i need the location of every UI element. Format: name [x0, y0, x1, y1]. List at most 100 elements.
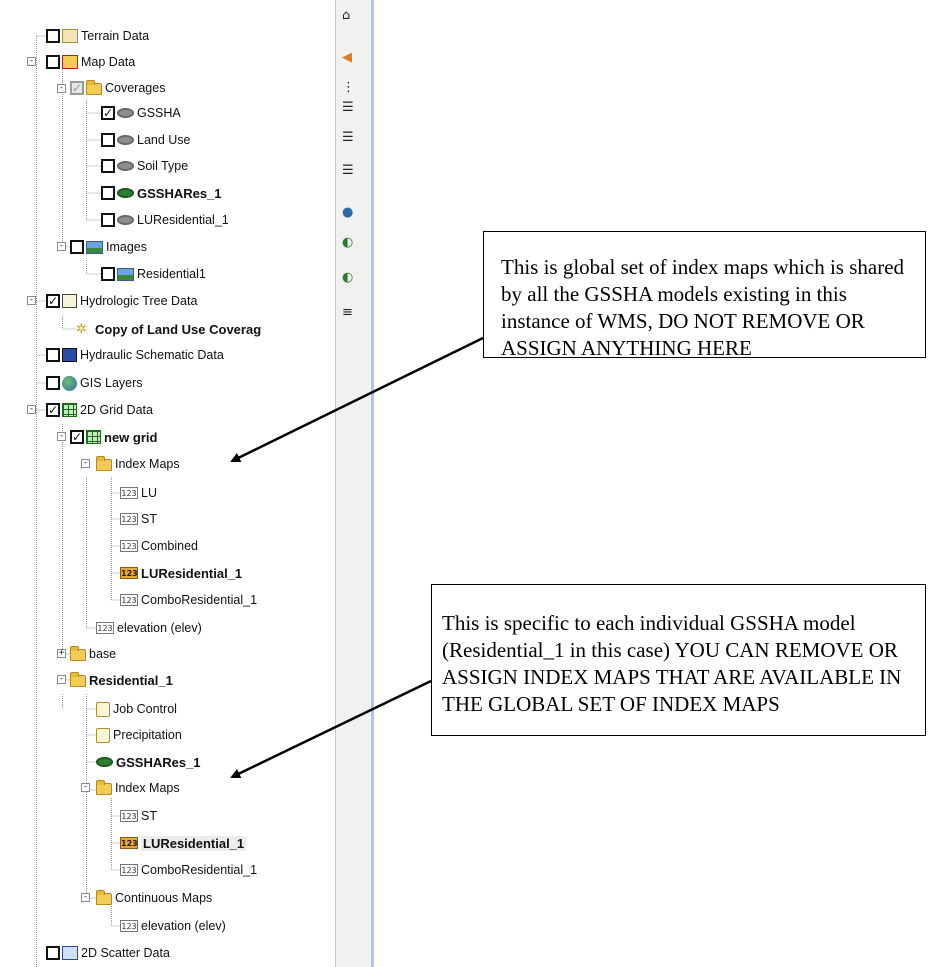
tree-item-terrain-data[interactable]: Terrain Data [46, 24, 149, 48]
2d-grid-checkbox[interactable]: ✓ [46, 403, 60, 417]
land-use-coverage-checkbox[interactable] [101, 133, 115, 147]
toolbar-button[interactable]: ≡ [342, 305, 356, 323]
collapse-res-index-maps-toggle[interactable]: - [81, 783, 90, 792]
new-grid-checkbox[interactable]: ✓ [70, 430, 84, 444]
soil-type-coverage-checkbox[interactable] [101, 159, 115, 173]
folder-icon [96, 780, 112, 795]
dataset-icon: 123 [96, 622, 114, 634]
tree-item-label: base [89, 647, 117, 661]
folder-icon [96, 456, 112, 471]
tree-item-coverage-land-use[interactable]: Land Use [101, 128, 191, 152]
toolbar-button[interactable]: ⋮ [342, 80, 356, 98]
gssha-res-coverage-checkbox[interactable] [101, 186, 115, 200]
2d-scatter-checkbox[interactable] [46, 946, 60, 960]
callout-text: This is global set of index maps which i… [501, 255, 905, 360]
tree-item-hydrologic-tree[interactable]: ✓ Hydrologic Tree Data [46, 289, 197, 313]
tree-item-precipitation[interactable]: Precipitation [96, 723, 182, 747]
toolbar-button[interactable]: ⌂ [342, 8, 356, 26]
tree-item-coverages[interactable]: ✓ Coverages [70, 76, 165, 100]
toolbar-button[interactable]: ◀ [342, 50, 356, 68]
images-checkbox[interactable] [70, 240, 84, 254]
tree-item-new-grid[interactable]: ✓ new grid [70, 425, 157, 449]
grid-icon [86, 430, 101, 444]
lu-res-coverage-checkbox[interactable] [101, 213, 115, 227]
coverages-checkbox[interactable]: ✓ [70, 81, 84, 95]
tree-item-base[interactable]: base [70, 642, 116, 666]
toolbar-button[interactable]: ● [342, 205, 356, 223]
tree-item-coverage-lu-res[interactable]: LUResidential_1 [101, 208, 229, 232]
tree-item-gis-layers[interactable]: GIS Layers [46, 371, 143, 395]
tree-item-label: LUResidential_1 [137, 213, 229, 227]
hydraulic-schematic-checkbox[interactable] [46, 348, 60, 362]
index-map-icon: 123 [120, 594, 138, 606]
tree-item-index-map-lu-res[interactable]: 123 LUResidential_1 [120, 561, 242, 585]
tree-item-map-data[interactable]: Map Data [46, 50, 135, 74]
tree-item-res-index-maps[interactable]: Index Maps [96, 776, 180, 800]
toolbar-button[interactable]: ◐ [342, 235, 356, 253]
toolbar-button[interactable]: ☰ [342, 130, 356, 148]
tree-item-coverage-soil-type[interactable]: Soil Type [101, 154, 188, 178]
active-index-map-icon: 123 [120, 567, 138, 579]
tree-item-coverage-gssha[interactable]: ✓ GSSHA [101, 101, 181, 125]
tree-item-label: GIS Layers [80, 376, 143, 390]
residential-image-checkbox[interactable] [101, 267, 115, 281]
side-toolbar: ⌂ ◀ ⋮ ☰ ☰ ☰ ● ◐ ◐ ≡ [336, 0, 374, 967]
tree-item-label: Hydrologic Tree Data [80, 294, 198, 308]
tree-item-images[interactable]: Images [70, 235, 147, 259]
tree-item-2d-scatter[interactable]: 2D Scatter Data [46, 941, 170, 965]
tree-item-index-map-combined[interactable]: 123 Combined [120, 534, 198, 558]
tree-item-job-control[interactable]: Job Control [96, 697, 177, 721]
coverage-icon [117, 215, 134, 225]
collapse-images-toggle[interactable]: - [57, 242, 66, 251]
toolbar-button[interactable]: ☰ [342, 100, 356, 118]
collapse-2d-grid-toggle[interactable]: - [27, 405, 36, 414]
collapse-new-grid-toggle[interactable]: - [57, 432, 66, 441]
active-coverage-icon [117, 188, 134, 198]
tree-item-label: Combined [141, 539, 198, 553]
project-explorer-tree[interactable]: - - - - - - - + - - - Terrain Data Map D… [0, 0, 336, 967]
grid-icon [62, 403, 77, 417]
expand-base-toggle[interactable]: + [57, 649, 66, 658]
map-data-checkbox[interactable] [46, 55, 60, 69]
collapse-coverages-toggle[interactable]: - [57, 84, 66, 93]
toolbar-button[interactable]: ☰ [342, 163, 356, 181]
collapse-continuous-maps-toggle[interactable]: - [81, 893, 90, 902]
tree-item-index-maps[interactable]: Index Maps [96, 452, 180, 476]
tree-item-label: Precipitation [113, 728, 182, 742]
tree-item-label: Job Control [113, 702, 177, 716]
tree-item-continuous-maps[interactable]: Continuous Maps [96, 886, 212, 910]
toolbar-button[interactable]: ◐ [342, 270, 356, 288]
collapse-hydrologic-tree-toggle[interactable]: - [27, 296, 36, 305]
scatter-icon [62, 946, 78, 960]
gis-layers-checkbox[interactable] [46, 376, 60, 390]
tree-item-copy-land-use[interactable]: ✲ Copy of Land Use Coverag [76, 317, 261, 341]
tree-item-label: ST [141, 809, 157, 823]
tree-item-2d-grid-data[interactable]: ✓ 2D Grid Data [46, 398, 153, 422]
tree-item-res-index-map-lu-res[interactable]: 123 LUResidential_1 [120, 831, 247, 855]
collapse-index-maps-toggle[interactable]: - [81, 459, 90, 468]
tree-item-res-index-map-combo[interactable]: 123 ComboResidential_1 [120, 858, 257, 882]
collapse-residential-toggle[interactable]: - [57, 675, 66, 684]
tree-item-label: Coverages [105, 81, 166, 95]
tree-item-hydraulic-schematic[interactable]: Hydraulic Schematic Data [46, 343, 224, 367]
terrain-data-checkbox[interactable] [46, 29, 60, 43]
tree-item-res-index-map-st[interactable]: 123 ST [120, 804, 157, 828]
index-map-icon: 123 [120, 513, 138, 525]
tree-item-index-map-lu[interactable]: 123 LU [120, 481, 157, 505]
folder-icon [86, 80, 102, 95]
callout-text: This is specific to each individual GSSH… [442, 611, 902, 716]
tree-item-residential[interactable]: Residential_1 [70, 668, 173, 692]
gssha-coverage-checkbox[interactable]: ✓ [101, 106, 115, 120]
tree-item-cont-elevation[interactable]: 123 elevation (elev) [120, 914, 226, 938]
hydrologic-tree-checkbox[interactable]: ✓ [46, 294, 60, 308]
tree-item-image-residential[interactable]: Residential1 [101, 262, 206, 286]
tree-item-res-gssha[interactable]: GSSHARes_1 [96, 750, 201, 774]
tree-item-elevation[interactable]: 123 elevation (elev) [96, 616, 202, 640]
tree-item-label: Images [106, 240, 147, 254]
tree-item-index-map-combo-res[interactable]: 123 ComboResidential_1 [120, 588, 257, 612]
tree-item-index-map-st[interactable]: 123 ST [120, 507, 157, 531]
tree-item-label: GSSHARes_1 [137, 185, 222, 201]
tree-item-label: Continuous Maps [115, 891, 213, 905]
collapse-map-data-toggle[interactable]: - [27, 57, 36, 66]
tree-item-coverage-gssha-res[interactable]: GSSHARes_1 [101, 181, 222, 205]
